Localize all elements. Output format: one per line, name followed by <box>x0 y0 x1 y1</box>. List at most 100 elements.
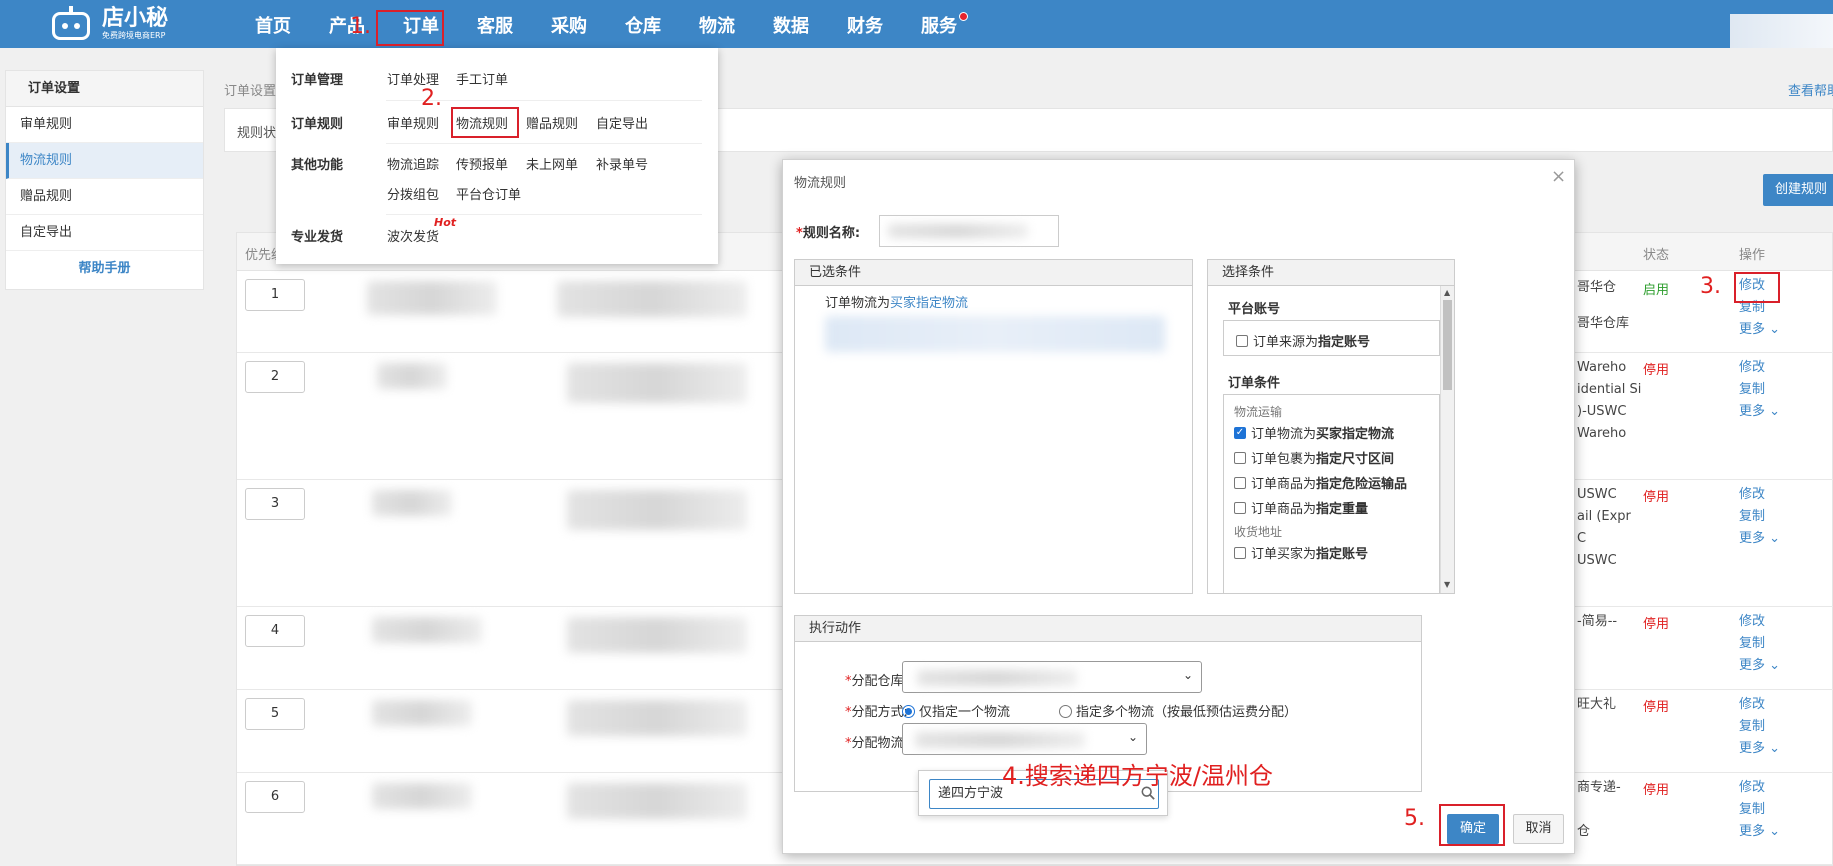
dialog-title: 物流规则 <box>794 176 847 191</box>
mode-multi-option[interactable]: 指定多个物流（按最低预估运费分配） <box>1059 701 1297 720</box>
logo[interactable]: 店小秘 免费跨境电商ERP <box>48 4 168 44</box>
checkbox-icon[interactable] <box>1234 546 1246 559</box>
condition-option-prefix: 订单商品为 <box>1251 477 1317 492</box>
menu-split-pack[interactable]: 分拨组包 <box>387 184 439 203</box>
sidebar-item-custom-export[interactable]: 自定导出 <box>6 215 203 251</box>
nav-customer-service[interactable]: 客服 <box>458 0 532 48</box>
more-link[interactable]: 更多 ⌄ <box>1739 528 1780 550</box>
scroll-up-icon[interactable]: ▲ <box>1444 288 1450 297</box>
blurred-rule-name <box>367 281 497 315</box>
condition-option[interactable]: 订单买家为 指定账号 <box>1234 543 1368 562</box>
menu-platform-warehouse-order[interactable]: 平台仓订单 <box>456 184 521 203</box>
logistics-select[interactable]: ⌄ <box>902 723 1147 755</box>
menu-divider <box>386 143 702 144</box>
rule-name-input[interactable] <box>879 215 1059 247</box>
close-icon[interactable]: × <box>1551 166 1566 187</box>
logistics-label: *分配物流: <box>845 736 908 751</box>
cancel-button[interactable]: 取消 <box>1513 814 1564 844</box>
nav-data[interactable]: 数据 <box>754 0 828 48</box>
copy-link[interactable]: 复制 <box>1739 506 1780 528</box>
create-rule-button[interactable]: 创建规则 <box>1763 174 1833 206</box>
cell-warehouse: -简易-- <box>1577 614 1618 629</box>
edit-link[interactable]: 修改 <box>1739 611 1780 633</box>
checkbox-checked-icon[interactable]: ✓ <box>1234 426 1246 439</box>
menu-logistics-tracking[interactable]: 物流追踪 <box>387 154 439 173</box>
checkbox-icon[interactable] <box>1234 476 1246 489</box>
priority-input[interactable]: 2 <box>245 361 305 393</box>
cell-warehouse: 哥华仓 <box>1577 280 1617 295</box>
scroll-down-icon[interactable]: ▼ <box>1444 580 1450 589</box>
nav-logistics[interactable]: 物流 <box>680 0 754 48</box>
sidebar-item-gift-rules[interactable]: 赠品规则 <box>6 179 203 215</box>
nav-warehouse[interactable]: 仓库 <box>606 0 680 48</box>
more-link[interactable]: 更多 ⌄ <box>1739 319 1780 341</box>
nav-products[interactable]: 产品 <box>310 0 384 48</box>
mode-single-option[interactable]: 仅指定一个物流 <box>902 701 1010 720</box>
checkbox-icon[interactable] <box>1234 451 1246 464</box>
copy-link[interactable]: 复制 <box>1739 716 1780 738</box>
nav-finance[interactable]: 财务 <box>828 0 902 48</box>
menu-review-rules[interactable]: 审单规则 <box>387 113 439 132</box>
priority-input[interactable]: 6 <box>245 781 305 813</box>
warehouse-select[interactable]: ⌄ <box>902 661 1202 693</box>
annotation-step5: 5. <box>1404 806 1425 831</box>
more-link[interactable]: 更多 ⌄ <box>1739 821 1780 843</box>
edit-link[interactable]: 修改 <box>1739 357 1780 379</box>
condition-option[interactable]: 订单包裹为 指定尺寸区间 <box>1234 448 1394 467</box>
edit-link[interactable]: 修改 <box>1739 694 1780 716</box>
menu-wave-shipping[interactable]: 波次发货 <box>387 226 439 245</box>
cell-warehouse: 仓 <box>1577 824 1591 839</box>
checkbox-icon[interactable] <box>1234 501 1246 514</box>
condition-option[interactable]: 订单商品为 指定危险运输品 <box>1234 473 1407 492</box>
checkbox-icon[interactable] <box>1236 334 1248 347</box>
menu-not-online[interactable]: 未上网单 <box>526 154 578 173</box>
radio-selected-icon[interactable] <box>902 705 915 718</box>
status-badge: 启用 <box>1643 283 1670 298</box>
order-conditions-box: 物流运输 ✓ 订单物流为 买家指定物流 订单包裹为 指定尺寸区间 订单商品为 指定危险运… <box>1223 394 1440 593</box>
nav-home[interactable]: 首页 <box>236 0 310 48</box>
edit-link[interactable]: 修改 <box>1739 777 1780 799</box>
condition-option[interactable]: ✓ 订单物流为 买家指定物流 <box>1234 423 1394 442</box>
edit-link[interactable]: 修改 <box>1739 484 1780 506</box>
condition-option[interactable]: 订单商品为 指定重量 <box>1234 498 1368 517</box>
annotation-step2: 2. <box>421 86 442 111</box>
menu-group-pro-shipping: 专业发货 <box>291 230 344 245</box>
selected-conditions-header: 已选条件 <box>795 260 1192 286</box>
menu-custom-export[interactable]: 自定导出 <box>596 113 648 132</box>
radio-icon[interactable] <box>1059 705 1072 718</box>
conditions-scrollbar[interactable]: ▲ ▼ <box>1440 286 1454 593</box>
choose-conditions-panel: 选择条件 平台账号 订单来源为 指定账号 订单条件 物流运输 ✓ 订单物流为 买家指定… <box>1207 259 1455 594</box>
conditions-scroll-area[interactable]: 平台账号 订单来源为 指定账号 订单条件 物流运输 ✓ 订单物流为 买家指定物流 订单… <box>1208 286 1440 593</box>
menu-group-order-management: 订单管理 <box>291 73 344 88</box>
priority-input[interactable]: 4 <box>245 615 305 647</box>
condition-option-prefix: 订单物流为 <box>1251 427 1317 442</box>
menu-add-tracking[interactable]: 补录单号 <box>596 154 648 173</box>
nav-purchase[interactable]: 采购 <box>532 0 606 48</box>
sidebar-item-logistics-rules[interactable]: 物流规则 <box>6 143 203 179</box>
copy-link[interactable]: 复制 <box>1739 799 1780 821</box>
priority-input[interactable]: 3 <box>245 488 305 520</box>
copy-link[interactable]: 复制 <box>1739 379 1780 401</box>
more-link[interactable]: 更多 ⌄ <box>1739 738 1780 760</box>
copy-link[interactable]: 复制 <box>1739 633 1780 655</box>
menu-gift-rules[interactable]: 赠品规则 <box>526 113 578 132</box>
priority-input[interactable]: 5 <box>245 698 305 730</box>
nav-services[interactable]: 服务 <box>902 0 976 48</box>
sidebar-item-review-rules[interactable]: 审单规则 <box>6 107 203 143</box>
more-link[interactable]: 更多 ⌄ <box>1739 401 1780 423</box>
more-link[interactable]: 更多 ⌄ <box>1739 655 1780 677</box>
menu-send-forecast[interactable]: 传预报单 <box>456 154 508 173</box>
priority-input[interactable]: 1 <box>245 279 305 311</box>
help-manual-link[interactable]: 帮助手册 <box>6 251 203 287</box>
condition-option-prefix: 订单来源为 <box>1253 335 1319 350</box>
buyer-designated-logistics-link[interactable]: 买家指定物流 <box>890 296 968 311</box>
scroll-thumb[interactable] <box>1443 300 1452 390</box>
annotation-step3: 3. <box>1700 274 1721 299</box>
menu-manual-order[interactable]: 手工订单 <box>456 69 508 88</box>
settings-sidebar: 订单设置 审单规则 物流规则 赠品规则 自定导出 帮助手册 <box>5 70 204 290</box>
annotation-box-confirm <box>1439 804 1505 846</box>
user-account-box[interactable] <box>1730 14 1833 48</box>
condition-option-account[interactable]: 订单来源为 指定账号 <box>1236 331 1370 350</box>
view-help-link[interactable]: 查看帮助 <box>1788 80 1833 99</box>
cell-warehouse: 商专递- <box>1577 780 1621 795</box>
